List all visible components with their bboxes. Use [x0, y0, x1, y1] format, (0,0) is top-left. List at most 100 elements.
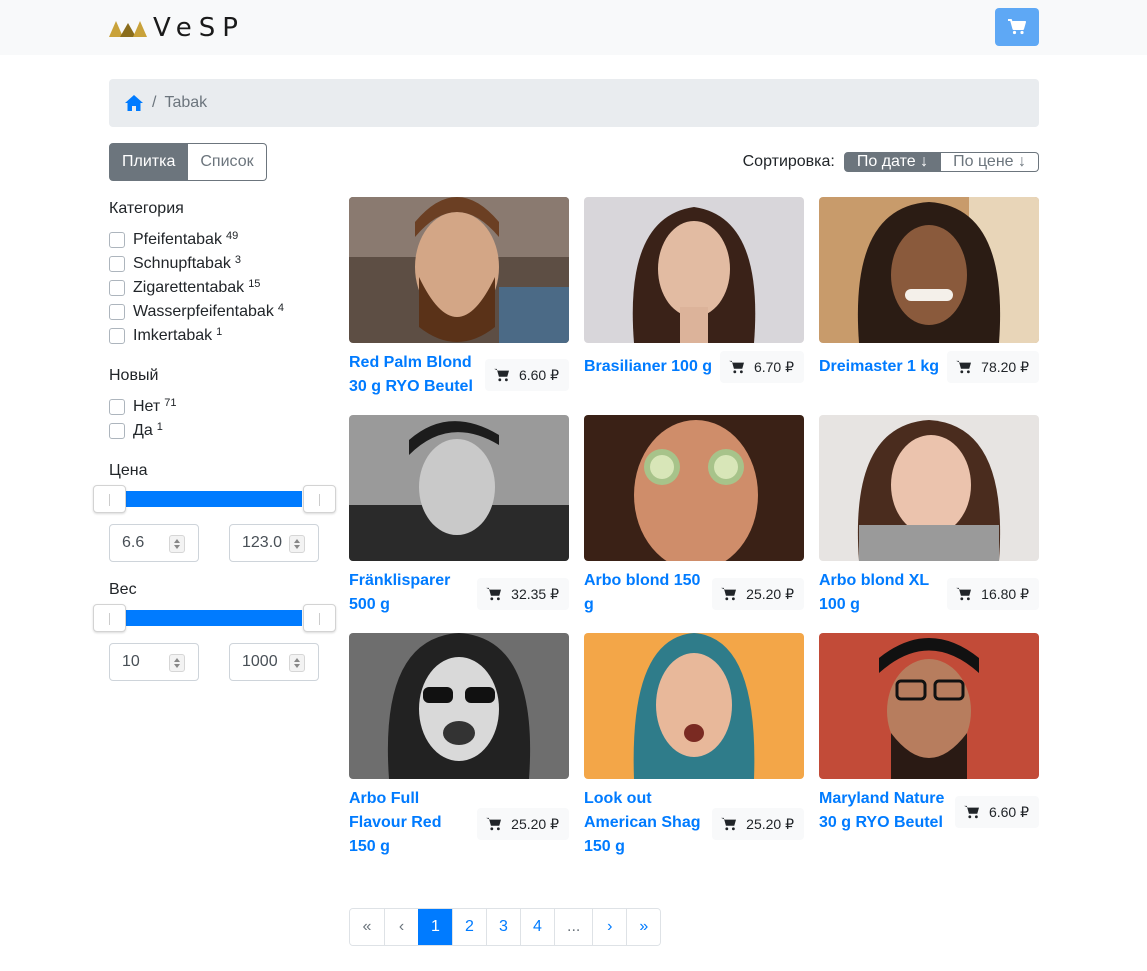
weight-filter-title: Вес: [109, 581, 137, 598]
category-option-count: 15: [248, 278, 261, 290]
price-range-slider[interactable]: [93, 485, 336, 513]
page-first[interactable]: «: [350, 909, 384, 945]
product-name[interactable]: Red Palm Blond 30 g RYO Beutel: [349, 351, 481, 399]
page-4[interactable]: 4: [520, 909, 554, 945]
new-filter-title: Новый: [109, 367, 159, 384]
product-price-button[interactable]: 6.60 ₽: [954, 796, 1039, 828]
brand-logo[interactable]: VeSP: [109, 15, 245, 41]
weight-range-max-handle[interactable]: [303, 604, 336, 632]
cart-button[interactable]: [995, 8, 1039, 46]
product-price-button[interactable]: 25.20 ₽: [477, 808, 569, 840]
checkbox[interactable]: [109, 280, 125, 296]
checkbox[interactable]: [109, 399, 125, 415]
weight-min-value: 10: [122, 653, 140, 670]
page-2[interactable]: 2: [452, 909, 486, 945]
product-name[interactable]: Look out American Shag 150 g: [584, 787, 708, 859]
product-name[interactable]: Arbo blond XL 100 g: [819, 569, 943, 617]
breadcrumb: / Tabak: [109, 79, 1039, 127]
product-image[interactable]: [584, 633, 804, 779]
sort-label: Сортировка:: [742, 153, 835, 170]
product-card: Brasilianer 100 g 6.70 ₽: [584, 197, 804, 402]
product-image[interactable]: [819, 633, 1039, 779]
weight-max-stepper[interactable]: [289, 654, 305, 672]
page-prev[interactable]: ‹: [384, 909, 418, 945]
weight-range-slider[interactable]: [93, 604, 336, 632]
new-option-label: Нет: [133, 398, 161, 415]
checkbox[interactable]: [109, 232, 125, 248]
category-option[interactable]: Imkertabak 1: [109, 324, 284, 348]
price-max-stepper[interactable]: [289, 535, 305, 553]
cart-icon: [494, 368, 509, 382]
view-tiles-button[interactable]: Плитка: [109, 143, 189, 181]
checkbox[interactable]: [109, 328, 125, 344]
product-image[interactable]: [819, 197, 1039, 343]
product-price-button[interactable]: 6.60 ₽: [484, 359, 569, 391]
category-option-count: 3: [234, 254, 241, 266]
category-filter-title: Категория: [109, 200, 184, 217]
new-option-label: Да: [133, 422, 153, 439]
brand-logo-mark: [109, 21, 147, 37]
product-name[interactable]: Maryland Nature 30 g RYO Beutel: [819, 787, 959, 835]
price-max-value: 123.0: [242, 534, 283, 551]
price-max-input[interactable]: 123.0: [229, 524, 319, 562]
price-min-input[interactable]: 6.6: [109, 524, 199, 562]
category-option[interactable]: Wasserpfeifentabak 4: [109, 300, 284, 324]
product-image[interactable]: [584, 415, 804, 561]
new-option[interactable]: Да 1: [109, 419, 177, 443]
category-option[interactable]: Pfeifentabak 49: [109, 228, 284, 252]
product-name[interactable]: Arbo Full Flavour Red 150 g: [349, 787, 469, 859]
page-ellipsis: ...: [554, 909, 593, 945]
new-option-count: 1: [156, 421, 163, 433]
product-image[interactable]: [349, 415, 569, 561]
weight-range-min-handle[interactable]: [93, 604, 126, 632]
product-price-button[interactable]: 16.80 ₽: [947, 578, 1039, 610]
page-1[interactable]: 1: [418, 909, 452, 945]
weight-max-input[interactable]: 1000: [229, 643, 319, 681]
category-option[interactable]: Zigarettentabak 15: [109, 276, 284, 300]
category-option[interactable]: Schnupftabak 3: [109, 252, 284, 276]
product-image[interactable]: [349, 197, 569, 343]
checkbox[interactable]: [109, 304, 125, 320]
checkbox[interactable]: [109, 256, 125, 272]
sort-controls: Сортировка: По дате ↓ По цене ↓: [743, 143, 1039, 181]
product-price: 32.35 ₽: [511, 585, 559, 602]
price-range-min-handle[interactable]: [93, 485, 126, 513]
category-option-label: Wasserpfeifentabak: [133, 303, 274, 320]
weight-min-input[interactable]: 10: [109, 643, 199, 681]
category-option-label: Schnupftabak: [133, 255, 231, 272]
category-option-label: Imkertabak: [133, 327, 213, 344]
product-image[interactable]: [584, 197, 804, 343]
product-name[interactable]: Fränklisparer 500 g: [349, 569, 467, 617]
product-price-button[interactable]: 25.20 ₽: [712, 578, 804, 610]
category-option-count: 49: [225, 230, 239, 242]
product-price: 78.20 ₽: [981, 358, 1029, 375]
view-list-button[interactable]: Список: [188, 143, 267, 181]
product-name[interactable]: Dreimaster 1 kg: [819, 355, 949, 379]
home-icon[interactable]: [124, 94, 144, 112]
page-last[interactable]: »: [626, 909, 661, 945]
checkbox[interactable]: [109, 423, 125, 439]
product-image[interactable]: [819, 415, 1039, 561]
category-option-count: 1: [216, 326, 223, 338]
product-price: 6.70 ₽: [753, 358, 794, 375]
new-option[interactable]: Нет 71: [109, 395, 177, 419]
product-name[interactable]: Brasilianer 100 g: [584, 355, 724, 379]
product-price-button[interactable]: 25.20 ₽: [712, 808, 804, 840]
weight-min-stepper[interactable]: [169, 654, 185, 672]
product-price: 25.20 ₽: [511, 815, 559, 832]
sort-by-date-button[interactable]: По дате ↓: [843, 152, 942, 172]
product-price-button[interactable]: 78.20 ₽: [947, 351, 1039, 383]
price-min-stepper[interactable]: [169, 535, 185, 553]
cart-icon: [729, 360, 744, 374]
product-card: Look out American Shag 150 g 25.20 ₽: [584, 633, 804, 863]
page-next[interactable]: ›: [592, 909, 627, 945]
price-filter-title: Цена: [109, 462, 148, 479]
product-image[interactable]: [349, 633, 569, 779]
page-3[interactable]: 3: [486, 909, 520, 945]
pagination: « ‹ 1 2 3 4 ... › »: [349, 908, 662, 946]
product-price-button[interactable]: 32.35 ₽: [477, 578, 569, 610]
price-range-max-handle[interactable]: [303, 485, 336, 513]
product-price-button[interactable]: 6.70 ₽: [719, 351, 804, 383]
sort-by-price-button[interactable]: По цене ↓: [941, 152, 1039, 172]
product-name[interactable]: Arbo blond 150 g: [584, 569, 712, 617]
